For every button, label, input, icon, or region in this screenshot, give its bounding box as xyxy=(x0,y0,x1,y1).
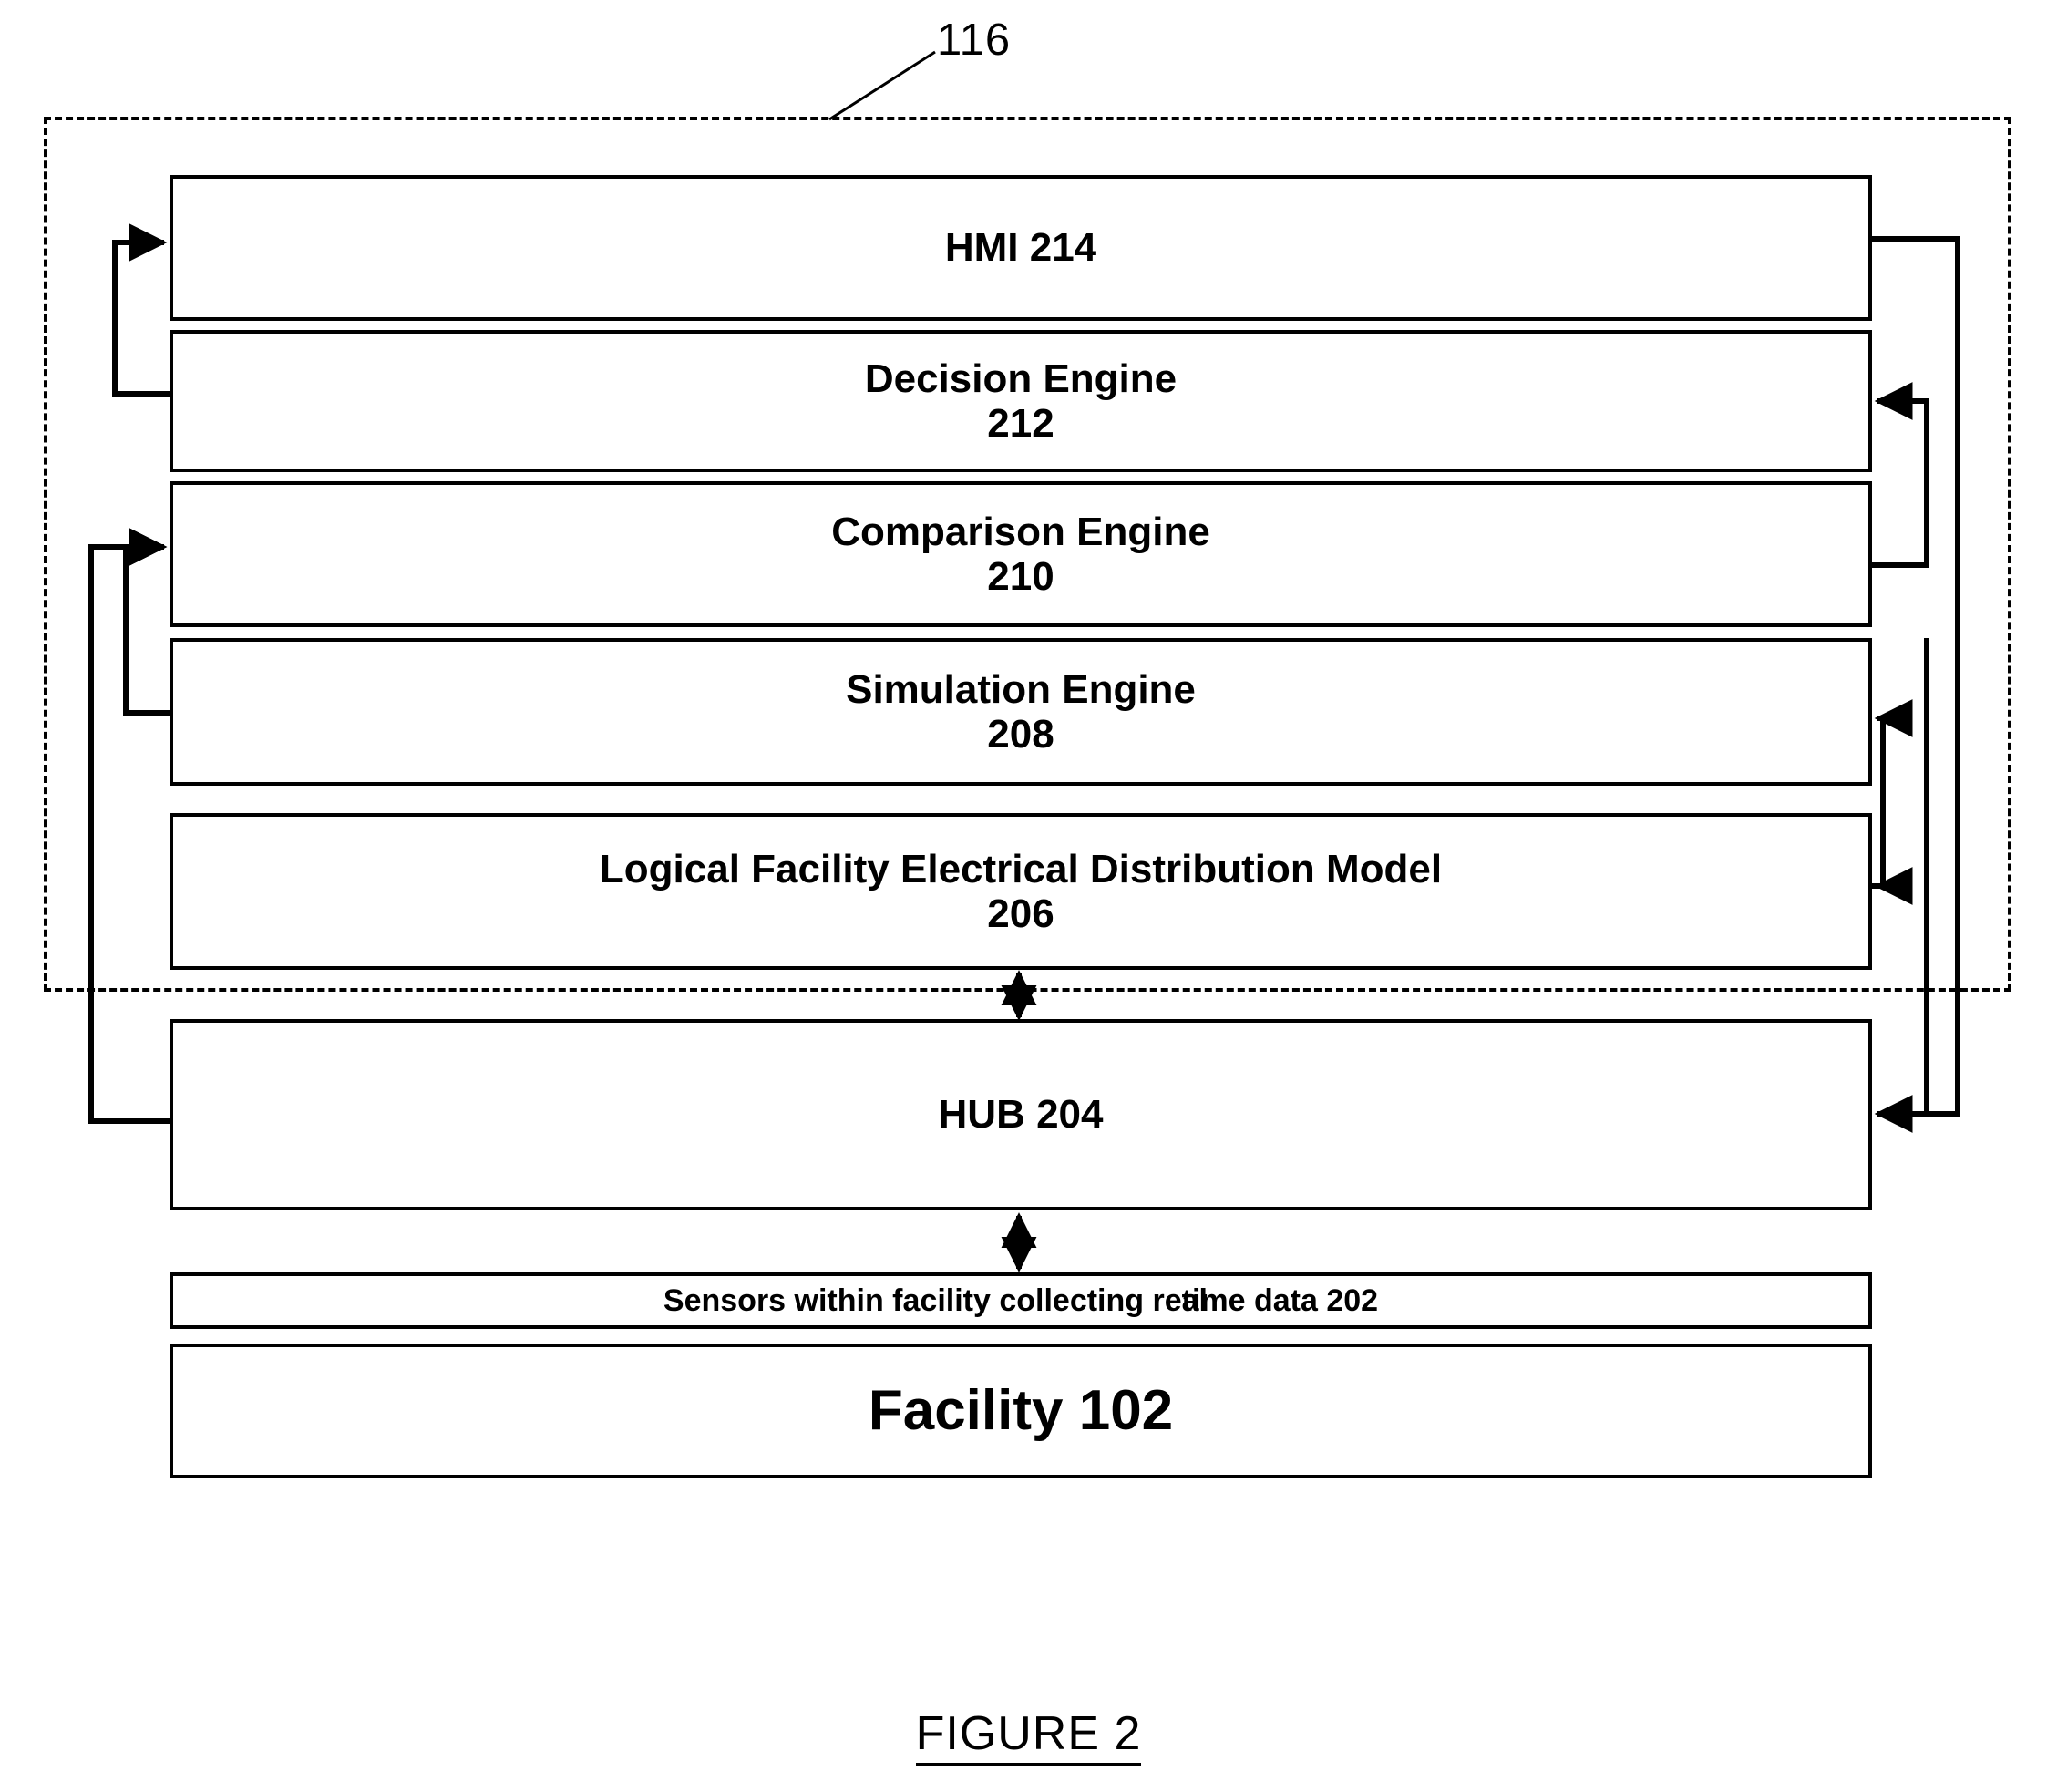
figure-caption-text: FIGURE 2 xyxy=(915,1707,1142,1766)
block-hmi-title: HMI 214 xyxy=(944,225,1097,271)
block-hub-title: HUB 204 xyxy=(938,1092,1104,1138)
block-comparison-engine-title: Comparison Engine xyxy=(831,509,1210,554)
block-decision-engine-title: Decision Engine xyxy=(864,355,1178,401)
block-logical-model-numeral: 206 xyxy=(987,891,1054,936)
block-sensors[interactable]: Sensors within facility collecting realt… xyxy=(170,1272,1872,1329)
block-decision-engine[interactable]: Decision Engine 212 xyxy=(170,330,1872,472)
figure-caption: FIGURE 2 xyxy=(0,1706,2057,1766)
block-hub[interactable]: HUB 204 xyxy=(170,1019,1872,1210)
block-simulation-engine[interactable]: Simulation Engine 208 xyxy=(170,638,1872,786)
patent-figure-page: 116 HMI 214 Decision Engine 212 Comparis… xyxy=(0,0,2057,1792)
block-comparison-engine[interactable]: Comparison Engine 210 xyxy=(170,481,1872,627)
block-sensors-text-before: Sensors within facility collecting re xyxy=(663,1282,1182,1318)
block-simulation-engine-numeral: 208 xyxy=(987,712,1054,757)
block-sensors-text: Sensors within facility collecting realt… xyxy=(663,1282,1379,1318)
block-logical-facility-electrical-distribution-model[interactable]: Logical Facility Electrical Distribution… xyxy=(170,813,1872,970)
block-comparison-engine-numeral: 210 xyxy=(987,554,1054,599)
block-facility[interactable]: Facility 102 xyxy=(170,1344,1872,1478)
block-simulation-engine-title: Simulation Engine xyxy=(846,666,1196,712)
block-sensors-text-after: time data 202 xyxy=(1181,1282,1379,1318)
block-decision-engine-numeral: 212 xyxy=(987,401,1054,446)
reference-leader-line xyxy=(828,50,936,121)
block-logical-model-title: Logical Facility Electrical Distribution… xyxy=(599,846,1443,891)
block-hmi[interactable]: HMI 214 xyxy=(170,175,1872,321)
block-facility-title: Facility 102 xyxy=(868,1379,1174,1443)
reference-numeral-116: 116 xyxy=(937,15,1012,65)
